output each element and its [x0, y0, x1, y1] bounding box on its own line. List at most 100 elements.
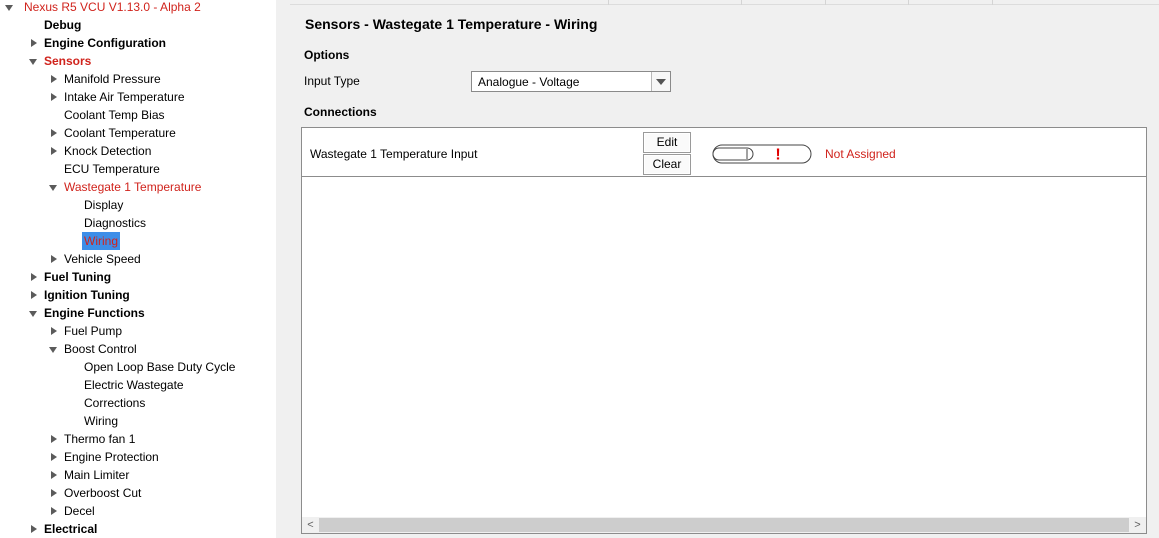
tab-divider: [992, 0, 993, 5]
tree-item-label: Nexus R5 VCU V1.13.0 - Alpha 2: [24, 0, 201, 14]
tree-item[interactable]: Fuel Pump: [0, 322, 276, 340]
tree-item-label: Engine Functions: [44, 306, 145, 320]
chevron-right-icon[interactable]: [48, 322, 60, 340]
chevron-right-icon[interactable]: [48, 142, 60, 160]
tab-divider: [741, 0, 742, 5]
tree-item-label: Intake Air Temperature: [64, 90, 185, 104]
tree-item-label: Wastegate 1 Temperature: [64, 180, 202, 194]
tab-strip: [290, 0, 1159, 5]
chevron-right-icon[interactable]: [28, 520, 40, 538]
tree-item[interactable]: Electrical: [0, 520, 276, 538]
tree-item[interactable]: Electric Wastegate: [0, 376, 276, 394]
chevron-right-icon[interactable]: [48, 484, 60, 502]
tree-item-label: Wiring: [84, 414, 119, 428]
tree-item[interactable]: Wastegate 1 Temperature: [0, 178, 276, 196]
scrollbar-thumb[interactable]: [319, 518, 1129, 532]
tree-item[interactable]: Vehicle Speed: [0, 250, 276, 268]
chevron-down-icon[interactable]: [28, 52, 40, 70]
tree-item-label: Overboost Cut: [64, 486, 142, 500]
tree-item[interactable]: Open Loop Base Duty Cycle: [0, 358, 276, 376]
chevron-down-icon[interactable]: [28, 304, 40, 322]
tree-item-label: Thermo fan 1: [64, 432, 136, 446]
chevron-down-icon[interactable]: [48, 340, 60, 358]
tree-item[interactable]: Overboost Cut: [0, 484, 276, 502]
tree-item-label: Display: [84, 198, 124, 212]
tree-item[interactable]: Engine Functions: [0, 304, 276, 322]
tree-item[interactable]: Intake Air Temperature: [0, 88, 276, 106]
tree-item[interactable]: Fuel Tuning: [0, 268, 276, 286]
chevron-down-icon[interactable]: [48, 178, 60, 196]
chevron-down-icon[interactable]: [4, 0, 16, 16]
chevron-right-icon[interactable]: [48, 88, 60, 106]
tree-item-label: Fuel Pump: [64, 324, 123, 338]
tree-item-label: Electric Wastegate: [84, 378, 184, 392]
tree-item-label: Sensors: [44, 54, 92, 68]
chevron-right-icon[interactable]: [28, 34, 40, 52]
tree-item[interactable]: Engine Protection: [0, 448, 276, 466]
connections-table: Wastegate 1 Temperature Input Edit Clear…: [301, 127, 1147, 534]
tree-item[interactable]: Thermo fan 1: [0, 430, 276, 448]
tree-item[interactable]: Sensors: [0, 52, 276, 70]
tree-item-label: Engine Protection: [64, 450, 159, 464]
tree-item-label: Knock Detection: [64, 144, 152, 158]
tree-item[interactable]: Main Limiter: [0, 466, 276, 484]
clear-button[interactable]: Clear: [643, 154, 691, 175]
chevron-right-icon[interactable]: [48, 250, 60, 268]
connector-plug-icon[interactable]: !: [712, 144, 812, 164]
tab-divider: [908, 0, 909, 5]
navigation-tree: Nexus R5 VCU V1.13.0 - Alpha 2 Debug Engin…: [0, 0, 276, 538]
horizontal-scrollbar[interactable]: < >: [302, 517, 1146, 533]
chevron-right-icon[interactable]: [48, 70, 60, 88]
tree-item[interactable]: Engine Configuration: [0, 34, 276, 52]
options-heading: Options: [304, 48, 350, 62]
tree-item[interactable]: Wiring: [0, 232, 276, 250]
chevron-right-icon[interactable]: [28, 286, 40, 304]
tree-item-label: Wiring: [82, 232, 121, 250]
tree-item[interactable]: Coolant Temp Bias: [0, 106, 276, 124]
tree-item[interactable]: Coolant Temperature: [0, 124, 276, 142]
chevron-right-icon[interactable]: [48, 502, 60, 520]
tree-item[interactable]: Decel: [0, 502, 276, 520]
tree-item[interactable]: Knock Detection: [0, 142, 276, 160]
tree-item-label: ECU Temperature: [64, 162, 160, 176]
tree-item[interactable]: Debug: [0, 16, 276, 34]
main-panel: Sensors - Wastegate 1 Temperature - Wiri…: [290, 0, 1159, 538]
table-row: Wastegate 1 Temperature Input Edit Clear…: [302, 128, 1146, 177]
tree-item[interactable]: Corrections: [0, 394, 276, 412]
tree-item-label: Manifold Pressure: [64, 72, 161, 86]
tree-item-label: Diagnostics: [84, 216, 147, 230]
edit-button[interactable]: Edit: [643, 132, 691, 153]
connections-heading: Connections: [304, 105, 377, 119]
input-type-dropdown[interactable]: Analogue - Voltage: [471, 71, 671, 92]
tree-item-label: Electrical: [44, 522, 98, 536]
splitter[interactable]: [276, 0, 290, 538]
tree-item[interactable]: Boost Control: [0, 340, 276, 358]
chevron-right-icon[interactable]: [48, 466, 60, 484]
tree-item[interactable]: Display: [0, 196, 276, 214]
chevron-right-icon[interactable]: [28, 268, 40, 286]
page-title: Sensors - Wastegate 1 Temperature - Wiri…: [305, 16, 598, 32]
tree-item[interactable]: Wiring: [0, 412, 276, 430]
chevron-right-icon[interactable]: [48, 448, 60, 466]
tree-item-label: Coolant Temperature: [64, 126, 176, 140]
chevron-down-icon[interactable]: [651, 72, 670, 91]
tree-item[interactable]: Ignition Tuning: [0, 286, 276, 304]
chevron-right-icon[interactable]: [48, 430, 60, 448]
tree-item-label: Main Limiter: [64, 468, 130, 482]
status-text: Not Assigned: [825, 147, 896, 161]
tree-item[interactable]: Manifold Pressure: [0, 70, 276, 88]
tree-item-label: Ignition Tuning: [44, 288, 130, 302]
tree-item-label: Coolant Temp Bias: [64, 108, 165, 122]
connection-label: Wastegate 1 Temperature Input: [310, 147, 478, 161]
tree-item-label: Corrections: [84, 396, 146, 410]
scroll-right-arrow-icon[interactable]: >: [1129, 517, 1146, 533]
tree-item[interactable]: ECU Temperature: [0, 160, 276, 178]
tree-item-label: Engine Configuration: [44, 36, 166, 50]
chevron-right-icon[interactable]: [48, 124, 60, 142]
tree-item[interactable]: Nexus R5 VCU V1.13.0 - Alpha 2: [0, 0, 276, 16]
tree-item[interactable]: Diagnostics: [0, 214, 276, 232]
tree-item-label: Fuel Tuning: [44, 270, 112, 284]
scroll-left-arrow-icon[interactable]: <: [302, 517, 319, 533]
warning-icon: !: [775, 147, 780, 164]
tab-divider: [825, 0, 826, 5]
